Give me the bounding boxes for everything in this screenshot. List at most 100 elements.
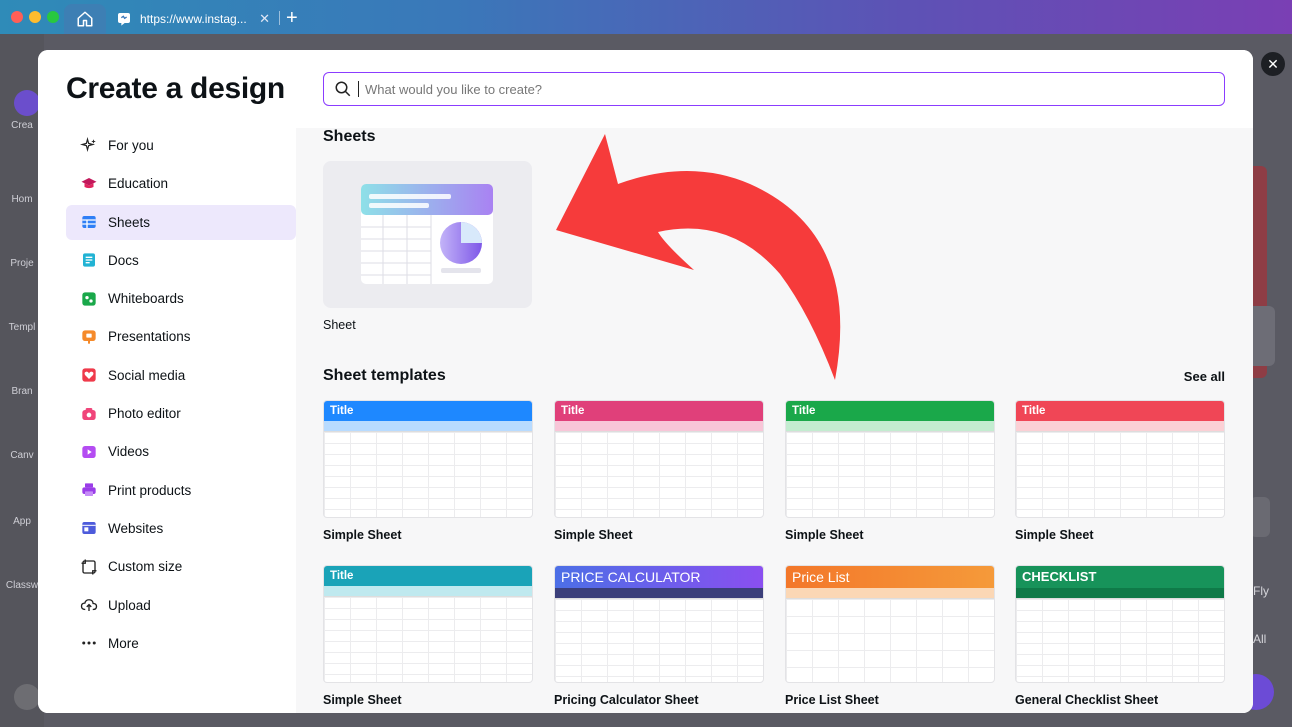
nav-item-whiteboards[interactable]: Whiteboards (66, 281, 296, 316)
template-card[interactable]: Title (1015, 400, 1225, 518)
template-grid (555, 599, 763, 682)
nav-item-docs[interactable]: Docs (66, 243, 296, 278)
camera-icon (80, 405, 98, 423)
nav-item-label: Photo editor (108, 406, 181, 422)
more-dots-icon (80, 634, 98, 652)
tab-divider (279, 11, 280, 25)
template-header: Title (1016, 401, 1224, 421)
background-card (1250, 497, 1270, 537)
template-name: Simple Sheet (323, 528, 402, 542)
nav-item-label: Whiteboards (108, 291, 184, 307)
nav-item-label: Presentations (108, 329, 191, 345)
template-card[interactable]: PRICE CALCULATOR (554, 565, 764, 683)
template-header: Title (555, 401, 763, 421)
search-input[interactable] (365, 81, 1165, 97)
maximize-window-button[interactable] (47, 11, 59, 23)
template-header: CHECKLIST (1016, 566, 1224, 588)
template-header: Price List (786, 566, 994, 588)
template-card[interactable]: Title (554, 400, 764, 518)
template-columns (555, 588, 763, 599)
nav-item-upload[interactable]: Upload (66, 588, 296, 623)
template-name: Simple Sheet (554, 528, 633, 542)
nav-item-photo-editor[interactable]: Photo editor (66, 396, 296, 431)
nav-item-label: Sheets (108, 214, 151, 230)
nav-item-label: For you (108, 138, 154, 153)
template-card[interactable]: Title (323, 400, 533, 518)
search-box[interactable] (323, 72, 1225, 106)
nav-item-label: Social media (108, 367, 186, 383)
template-columns (786, 588, 994, 599)
docs-icon (80, 251, 98, 269)
template-columns (786, 421, 994, 432)
see-all-link[interactable]: See all (1184, 369, 1225, 384)
cloud-upload-icon (80, 596, 98, 614)
search-icon (335, 81, 351, 97)
section-title-templates: Sheet templates (323, 367, 446, 384)
tab-close-icon[interactable]: ✕ (259, 11, 270, 27)
modal-close-button[interactable]: ✕ (1261, 52, 1285, 76)
template-columns (1016, 421, 1224, 432)
sheets-icon (80, 213, 98, 231)
template-columns (324, 421, 532, 432)
template-card[interactable]: Title (323, 565, 533, 683)
nav-item-presentations[interactable]: Presentations (66, 319, 296, 354)
category-nav: For you Education Sheets Docs Whiteboard… (66, 128, 296, 664)
tab-home[interactable] (64, 4, 106, 34)
nav-item-social-media[interactable]: Social media (66, 358, 296, 393)
nav-item-videos[interactable]: Videos (66, 434, 296, 469)
new-tab-button[interactable]: + (286, 6, 298, 30)
template-header: Title (324, 566, 532, 586)
printer-icon (80, 481, 98, 499)
nav-item-label: Docs (108, 252, 139, 268)
template-header: PRICE CALCULATOR (555, 566, 763, 588)
whiteboard-icon (80, 290, 98, 308)
nav-item-label: More (108, 635, 139, 651)
nav-item-print-products[interactable]: Print products (66, 473, 296, 508)
minimize-window-button[interactable] (29, 11, 41, 23)
graduation-cap-icon (80, 175, 98, 193)
nav-item-label: Websites (108, 520, 164, 536)
template-grid (1016, 432, 1224, 517)
template-card[interactable]: CHECKLIST (1015, 565, 1225, 683)
template-name: Simple Sheet (785, 528, 864, 542)
nav-item-for-you[interactable]: For you (66, 128, 296, 163)
template-card[interactable]: Title (785, 400, 995, 518)
template-grid (786, 432, 994, 517)
nav-item-education[interactable]: Education (66, 166, 296, 201)
template-grid (555, 432, 763, 517)
sparkles-icon (80, 136, 98, 155)
template-columns (1016, 588, 1224, 599)
tab-url: https://www.instag... (140, 12, 247, 26)
template-card[interactable]: Price List (785, 565, 995, 683)
template-grid (1016, 599, 1224, 682)
tab-instagram[interactable]: https://www.instag... ✕ (108, 4, 278, 34)
bg-label: All (1253, 632, 1267, 646)
close-window-button[interactable] (11, 11, 23, 23)
section-title-sheets: Sheets (323, 128, 376, 145)
nav-item-custom-size[interactable]: Custom size (66, 549, 296, 584)
template-header: Title (786, 401, 994, 421)
chat-bubble-icon (118, 13, 130, 26)
close-icon: ✕ (1267, 55, 1279, 72)
heart-icon (80, 366, 98, 384)
website-icon (80, 519, 98, 537)
template-grid (324, 597, 532, 682)
template-name: General Checklist Sheet (1015, 693, 1159, 707)
template-grid (786, 599, 994, 682)
template-name: Price List Sheet (785, 693, 879, 707)
nav-item-label: Upload (108, 597, 151, 613)
blank-sheet-label: Sheet (323, 318, 356, 332)
template-header: Title (324, 401, 532, 421)
template-name: Pricing Calculator Sheet (554, 693, 699, 707)
presentation-icon (80, 328, 98, 346)
modal-sidebar: Create a design For you Education Sheets… (38, 50, 296, 713)
nav-item-websites[interactable]: Websites (66, 511, 296, 546)
nav-item-more[interactable]: More (66, 626, 296, 661)
nav-item-label: Videos (108, 444, 150, 460)
nav-item-label: Print products (108, 482, 192, 498)
text-cursor (358, 81, 359, 97)
nav-item-sheets[interactable]: Sheets (66, 204, 296, 240)
annotation-arrow-icon (556, 134, 841, 380)
nav-item-label: Education (108, 176, 169, 192)
template-grid (324, 432, 532, 517)
